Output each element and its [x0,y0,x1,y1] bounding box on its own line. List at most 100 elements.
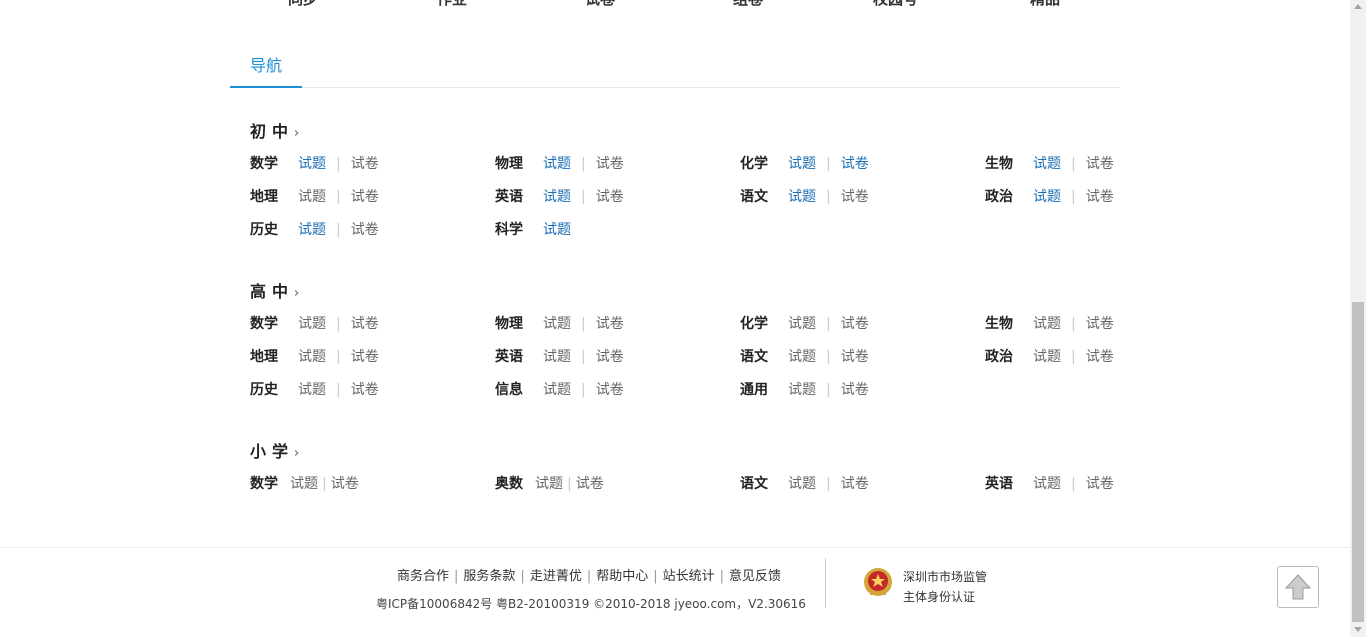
top-nav-item[interactable]: 校园号 [873,0,918,9]
subject-label: 数学 [250,156,278,172]
questions-link[interactable]: 试题 [298,222,326,238]
papers-link[interactable]: 试卷 [351,222,379,238]
group-title[interactable]: 小学› [250,438,1120,461]
papers-link[interactable]: 试卷 [1086,349,1114,365]
link-separator: | [581,316,586,332]
questions-link[interactable]: 试题 [290,476,318,492]
papers-link[interactable]: 试卷 [351,189,379,205]
questions-link[interactable]: 试题 [543,382,571,398]
scrollbar[interactable] [1350,0,1366,637]
papers-link[interactable]: 试卷 [841,382,869,398]
papers-link[interactable]: 试卷 [841,476,869,492]
group-title[interactable]: 高中› [250,278,1120,301]
questions-link[interactable]: 试题 [1033,189,1061,205]
back-to-top-button[interactable] [1277,566,1319,608]
subject-cell: 通用 试题 | 试卷 [740,380,869,400]
link-separator: | [1071,476,1076,492]
subject-cell: 数学 试题 | 试卷 [250,474,359,494]
questions-link[interactable]: 试题 [543,156,571,172]
papers-link[interactable]: 试卷 [596,156,624,172]
subject-row: 地理 试题 | 试卷 英语 试题 | 试卷 语文 试题 | 试卷 政治 试题 | 试卷 [250,187,1120,220]
questions-link[interactable]: 试题 [788,476,816,492]
subject-cell: 化学 试题 | 试卷 [740,314,869,334]
questions-link[interactable]: 试题 [543,222,571,238]
questions-link[interactable]: 试题 [298,382,326,398]
questions-link[interactable]: 试题 [298,156,326,172]
police-badge-icon[interactable] [862,566,894,598]
papers-link[interactable]: 试卷 [576,476,604,492]
papers-link[interactable]: 试卷 [351,382,379,398]
subject-row: 历史 试题 | 试卷 信息 试题 | 试卷 通用 试题 | 试卷 [250,380,1120,413]
papers-link[interactable]: 试卷 [351,156,379,172]
papers-link[interactable]: 试卷 [1086,156,1114,172]
questions-link[interactable]: 试题 [1033,316,1061,332]
top-nav-item[interactable]: 组卷 [733,0,763,9]
questions-link[interactable]: 试题 [298,316,326,332]
subject-cell: 英语 试题 | 试卷 [495,187,624,207]
scroll-up-icon[interactable] [1354,4,1362,9]
badge-text[interactable]: 深圳市市场监管 主体身份认证 [903,567,987,607]
papers-link[interactable]: 试卷 [596,189,624,205]
link-separator: | [826,156,831,172]
questions-link[interactable]: 试题 [543,349,571,365]
papers-link[interactable]: 试卷 [1086,476,1114,492]
subject-row: 地理 试题 | 试卷 英语 试题 | 试卷 语文 试题 | 试卷 政治 试题 | 试卷 [250,347,1120,380]
subject-row: 数学 试题 | 试卷 物理 试题 | 试卷 化学 试题 | 试卷 生物 试题 | 试卷 [250,154,1120,187]
questions-link[interactable]: 试题 [543,316,571,332]
papers-link[interactable]: 试卷 [841,189,869,205]
papers-link[interactable]: 试卷 [1086,316,1114,332]
link-separator: | [336,189,341,205]
papers-link[interactable]: 试卷 [596,316,624,332]
subject-cell: 政治 试题 | 试卷 [985,347,1114,367]
link-separator: | [1071,349,1076,365]
papers-link[interactable]: 试卷 [1086,189,1114,205]
questions-link[interactable]: 试题 [543,189,571,205]
footer-link[interactable]: 帮助中心 [596,569,648,584]
questions-link[interactable]: 试题 [535,476,563,492]
subject-group: 初中› 数学 试题 | 试卷 物理 试题 | 试卷 化学 试题 | 试卷 生物 试题 | 试卷 地理 试题 | 试卷 英语… [250,118,1120,253]
scroll-down-icon[interactable] [1354,627,1362,632]
footer-link[interactable]: 商务合作 [397,569,449,584]
questions-link[interactable]: 试题 [1033,476,1061,492]
papers-link[interactable]: 试卷 [596,382,624,398]
papers-link[interactable]: 试卷 [841,349,869,365]
subject-label: 奥数 [495,476,523,492]
subject-label: 数学 [250,476,278,492]
questions-link[interactable]: 试题 [788,349,816,365]
papers-link[interactable]: 试卷 [351,316,379,332]
top-nav-item[interactable]: 同步 [288,0,318,9]
link-separator: | [336,156,341,172]
papers-link[interactable]: 试卷 [841,156,869,172]
footer-link[interactable]: 走进菁优 [530,569,582,584]
subject-label: 数学 [250,316,278,332]
subject-label: 英语 [495,349,523,365]
questions-link[interactable]: 试题 [788,382,816,398]
questions-link[interactable]: 试题 [1033,156,1061,172]
papers-link[interactable]: 试卷 [351,349,379,365]
questions-link[interactable]: 试题 [788,156,816,172]
subject-cell: 信息 试题 | 试卷 [495,380,624,400]
questions-link[interactable]: 试题 [1033,349,1061,365]
top-nav-item[interactable]: 作业 [437,0,467,9]
link-separator: | [336,222,341,238]
scroll-thumb[interactable] [1352,302,1364,622]
footer-link[interactable]: 服务条款 [463,569,515,584]
papers-link[interactable]: 试卷 [596,349,624,365]
footer-link[interactable]: 意见反馈 [729,569,781,584]
subject-cell: 历史 试题 | 试卷 [250,380,379,400]
papers-link[interactable]: 试卷 [841,316,869,332]
footer-link[interactable]: 站长统计 [663,569,715,584]
questions-link[interactable]: 试题 [298,349,326,365]
group-title[interactable]: 初中› [250,118,1120,141]
questions-link[interactable]: 试题 [788,189,816,205]
top-nav-item[interactable]: 精品 [1030,0,1060,9]
subject-label: 地理 [250,349,278,365]
link-separator: | [581,156,586,172]
top-nav-item[interactable]: 试卷 [585,0,615,9]
papers-link[interactable]: 试卷 [331,476,359,492]
questions-link[interactable]: 试题 [298,189,326,205]
subject-cell: 物理 试题 | 试卷 [495,154,624,174]
tab-navigation[interactable]: 导航 [230,54,302,88]
questions-link[interactable]: 试题 [788,316,816,332]
badge-line-2: 主体身份认证 [903,590,976,604]
